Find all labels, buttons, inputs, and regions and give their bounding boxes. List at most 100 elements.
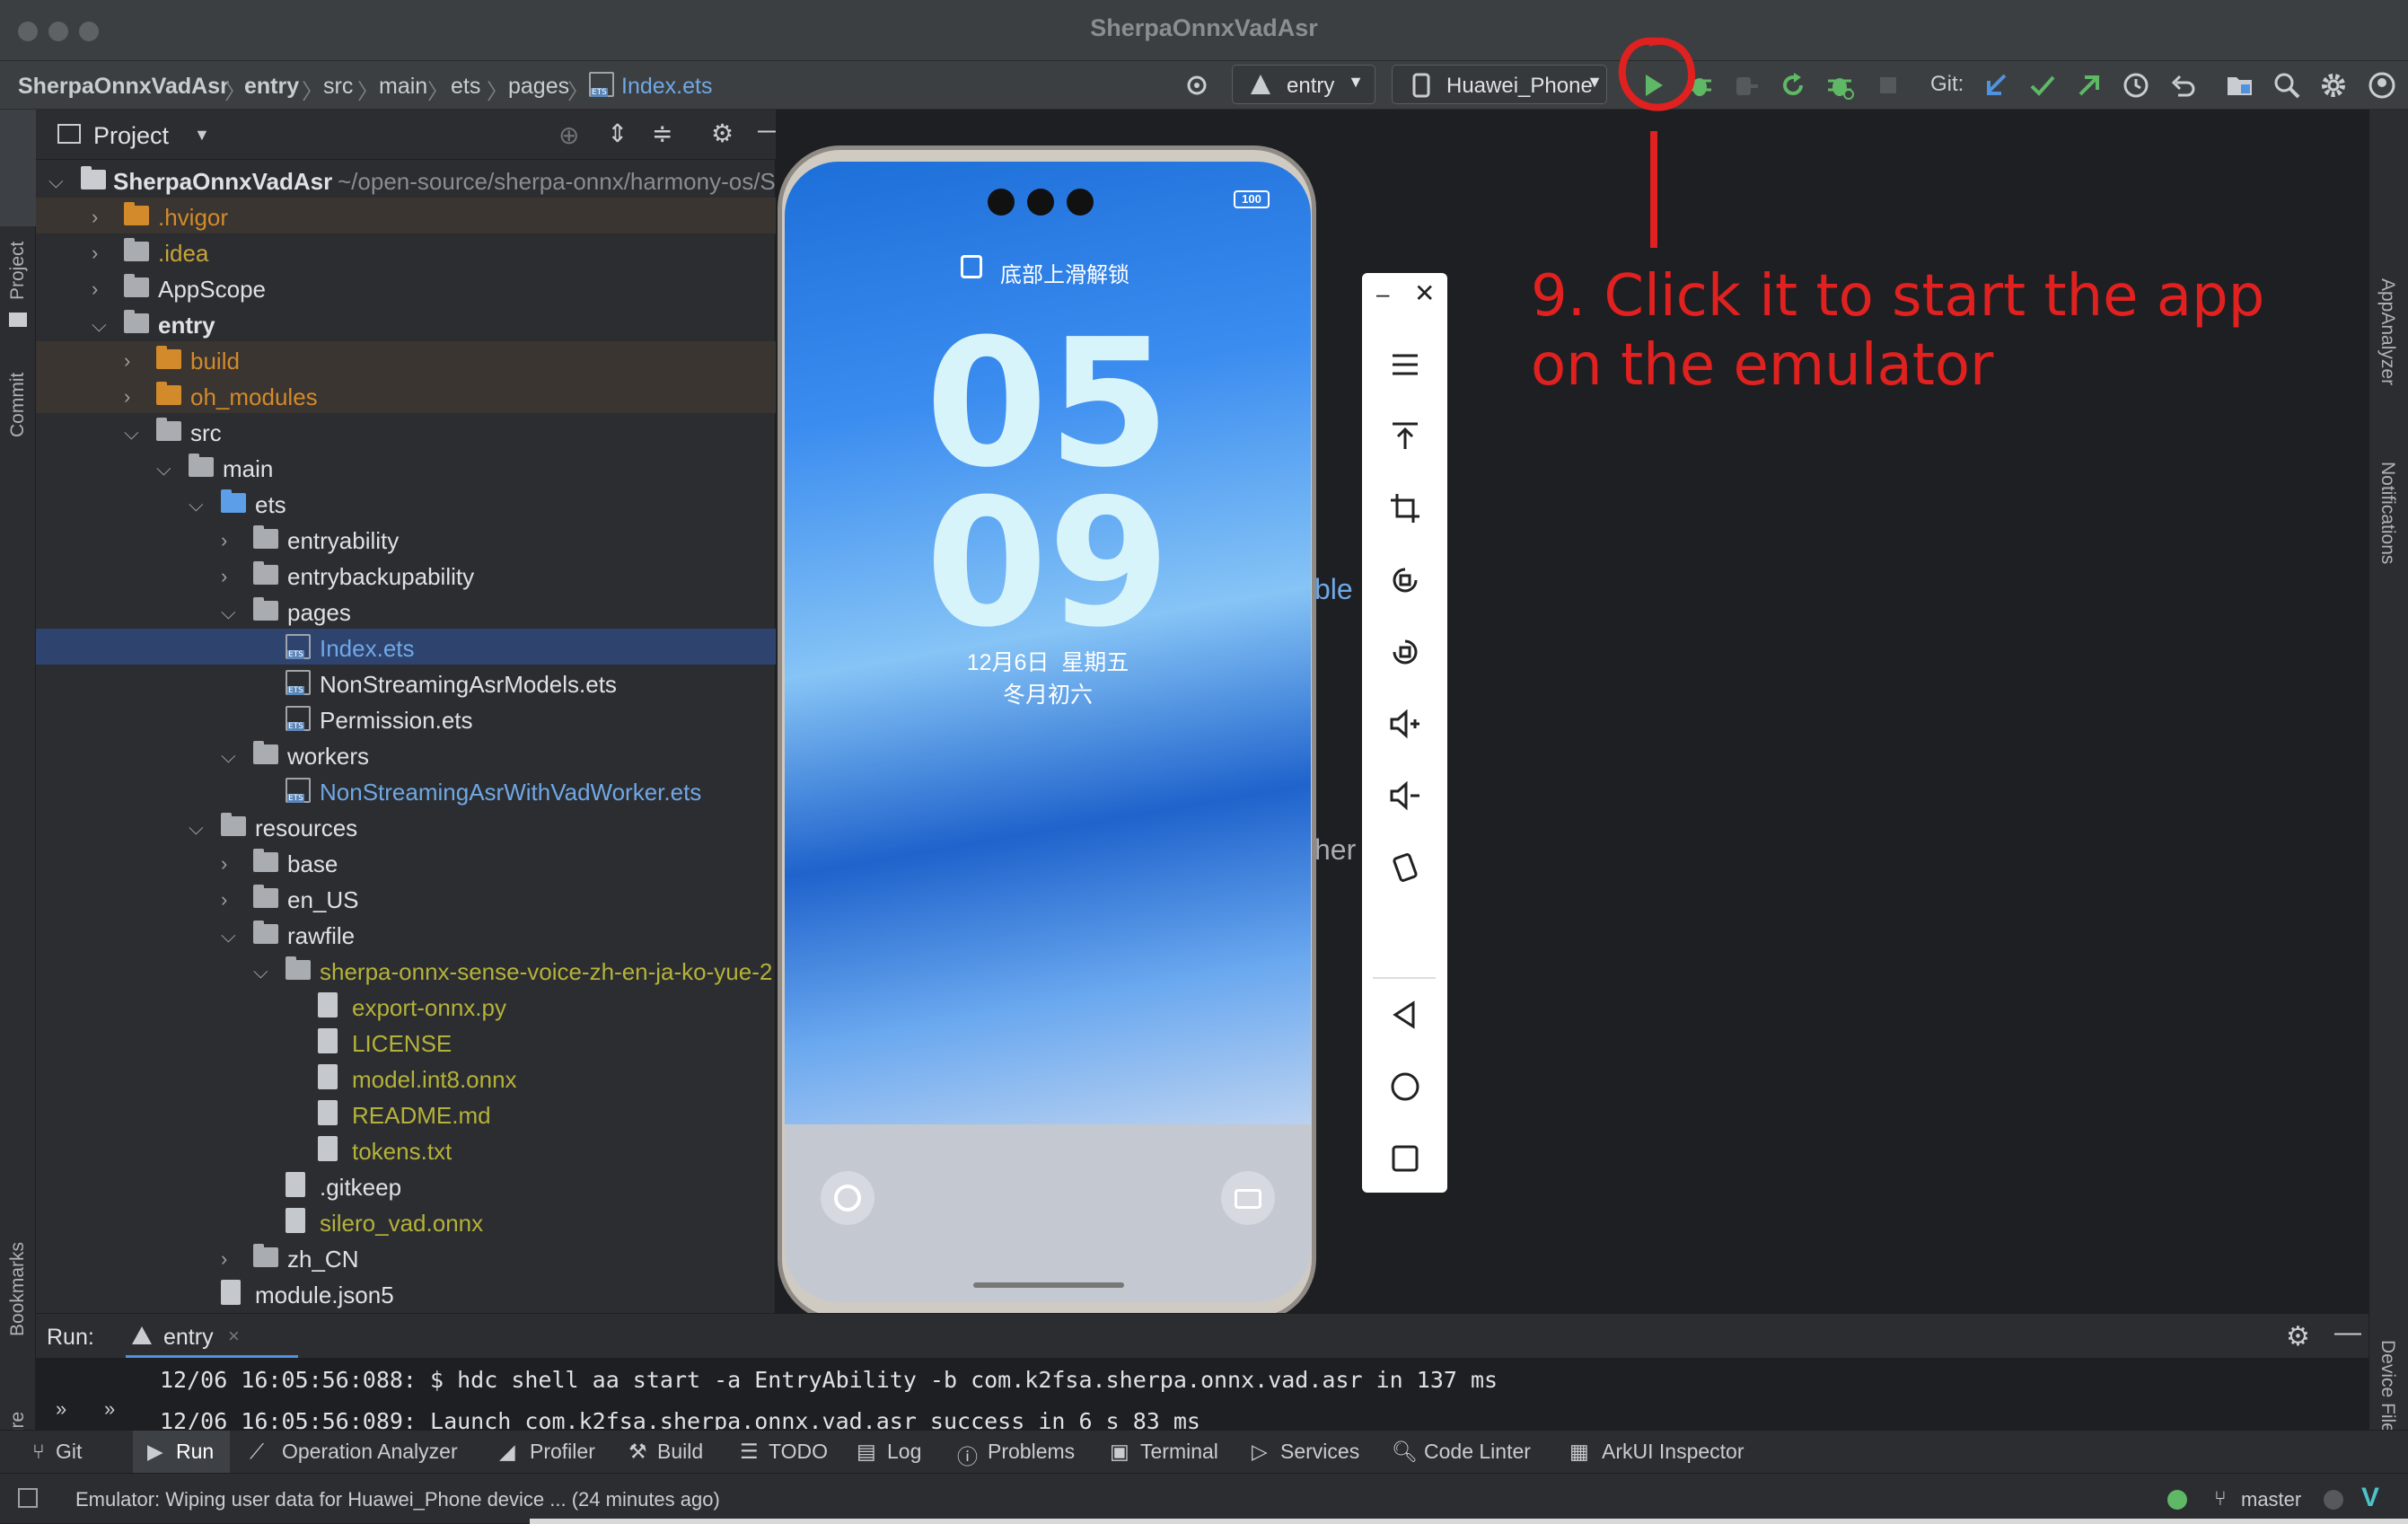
breadcrumb-main[interactable]: main bbox=[379, 74, 427, 100]
volume-up-icon[interactable] bbox=[1389, 708, 1421, 740]
tree-row[interactable]: silero_vad.onnx bbox=[36, 1203, 776, 1239]
emulator-screen[interactable]: 100 底部上滑解锁 05 09 12月6日 星期五 冬月初六 bbox=[785, 162, 1311, 1302]
git-branch[interactable]: master bbox=[2241, 1488, 2301, 1511]
lockscreen-camera-button[interactable] bbox=[1221, 1171, 1275, 1225]
device-select[interactable]: Huawei_Phone ▼ bbox=[1392, 65, 1607, 104]
lockscreen-shortcut-button[interactable] bbox=[821, 1171, 874, 1225]
tree-row[interactable]: › AppScope bbox=[36, 269, 776, 305]
locate-crosshair-icon[interactable]: ⊕ bbox=[558, 120, 579, 150]
breadcrumb-entry[interactable]: entry bbox=[244, 74, 299, 100]
chevron-down-icon[interactable]: ⌵ bbox=[124, 421, 139, 445]
tree-row[interactable]: ⌵ src bbox=[36, 413, 776, 449]
search-icon[interactable] bbox=[2272, 70, 2302, 101]
tool-notifications[interactable]: Notifications bbox=[2377, 462, 2398, 564]
tab-git[interactable]: Git bbox=[56, 1440, 82, 1464]
tree-row[interactable]: Permission.ets bbox=[36, 700, 776, 736]
connection-status-dot[interactable] bbox=[2167, 1490, 2187, 1510]
close-tab-icon[interactable]: × bbox=[228, 1325, 240, 1348]
breadcrumb-src[interactable]: src bbox=[323, 74, 353, 100]
tree-row[interactable]: ⌵ entry bbox=[36, 305, 776, 341]
tab-services[interactable]: Services bbox=[1280, 1440, 1359, 1464]
tree-row[interactable]: ⌵ rawfile bbox=[36, 916, 776, 952]
tree-row[interactable]: › entryability bbox=[36, 521, 776, 557]
chevron-down-icon[interactable]: ▼ bbox=[194, 126, 210, 145]
tool-project[interactable]: Project bbox=[7, 242, 29, 300]
chevron-down-icon[interactable]: ⌵ bbox=[253, 960, 268, 983]
settings-gear-icon[interactable] bbox=[2318, 70, 2349, 101]
tree-row[interactable]: ⌵ ets bbox=[36, 485, 776, 521]
tab-run[interactable]: Run bbox=[176, 1440, 214, 1464]
vcs-check-icon[interactable]: V bbox=[2361, 1483, 2379, 1513]
rerun-icon[interactable] bbox=[1778, 70, 1808, 101]
recents-square-icon[interactable] bbox=[1389, 1142, 1421, 1175]
tree-row[interactable]: › .idea bbox=[36, 233, 776, 269]
chevron-down-icon[interactable]: ⌵ bbox=[156, 457, 171, 480]
tool-bookmarks[interactable]: Bookmarks bbox=[7, 1242, 29, 1336]
run-settings-gear-icon[interactable]: ⚙ bbox=[2286, 1321, 2310, 1352]
chevron-right-icon[interactable]: › bbox=[221, 529, 227, 552]
stop-icon[interactable] bbox=[1873, 70, 1903, 101]
tree-row[interactable]: .gitkeep bbox=[36, 1167, 776, 1203]
expand-icon[interactable]: » bbox=[104, 1397, 115, 1421]
screenshot-crop-icon[interactable] bbox=[1389, 492, 1421, 524]
collapse-all-icon[interactable]: ≑ bbox=[652, 119, 672, 148]
chevron-right-icon[interactable]: › bbox=[92, 277, 98, 301]
chevron-down-icon[interactable]: ⌵ bbox=[221, 924, 236, 947]
tree-row[interactable]: › en_US bbox=[36, 880, 776, 916]
panel-settings-gear-icon[interactable]: ⚙ bbox=[711, 119, 734, 148]
inspection-icon[interactable] bbox=[2324, 1490, 2343, 1510]
tree-row[interactable]: module.json5 bbox=[36, 1275, 776, 1311]
volume-down-icon[interactable] bbox=[1389, 780, 1421, 812]
tab-code-linter[interactable]: Code Linter bbox=[1424, 1440, 1531, 1464]
tree-row[interactable]: › base bbox=[36, 844, 776, 880]
rotate-right-icon[interactable] bbox=[1389, 636, 1421, 668]
history-clock-icon[interactable] bbox=[2121, 70, 2151, 101]
tree-row[interactable]: › zh_CN bbox=[36, 1239, 776, 1275]
status-message[interactable]: Emulator: Wiping user data for Huawei_Ph… bbox=[75, 1488, 720, 1511]
run-tab-entry[interactable]: entry bbox=[163, 1325, 214, 1351]
run-config-select[interactable]: entry ▼ bbox=[1232, 65, 1375, 104]
profile-bug-icon[interactable] bbox=[1824, 70, 1855, 101]
target-icon[interactable] bbox=[1182, 70, 1212, 101]
pin-top-icon[interactable] bbox=[1389, 420, 1421, 453]
tool-app-analyzer[interactable]: AppAnalyzer bbox=[2377, 278, 2398, 385]
expand-icon[interactable]: » bbox=[56, 1397, 66, 1421]
project-structure-icon[interactable] bbox=[2225, 70, 2255, 101]
tab-problems[interactable]: Problems bbox=[988, 1440, 1075, 1464]
tree-row[interactable]: Index.ets bbox=[36, 629, 776, 665]
back-triangle-icon[interactable] bbox=[1389, 999, 1421, 1031]
tab-log[interactable]: Log bbox=[887, 1440, 921, 1464]
breadcrumb-file[interactable]: Index.ets bbox=[621, 74, 712, 100]
tab-profiler[interactable]: Profiler bbox=[530, 1440, 595, 1464]
tree-row[interactable]: ⌵ sherpa-onnx-sense-voice-zh-en-ja-ko-yue… bbox=[36, 952, 776, 988]
menu-icon[interactable] bbox=[1389, 348, 1421, 381]
tab-build[interactable]: Build bbox=[657, 1440, 703, 1464]
tree-row[interactable]: NonStreamingAsrWithVadWorker.ets bbox=[36, 772, 776, 808]
run-console[interactable]: » » 12/06 16:05:56:088: $ hdc shell aa s… bbox=[36, 1358, 2368, 1434]
minimize-emulator-icon[interactable]: – bbox=[1376, 280, 1389, 308]
chevron-down-icon[interactable]: ⌵ bbox=[221, 601, 236, 624]
panel-toggle-icon[interactable] bbox=[18, 1488, 38, 1508]
tree-row[interactable]: › build bbox=[36, 341, 776, 377]
tree-row[interactable]: tokens.txt bbox=[36, 1132, 776, 1167]
project-panel-title[interactable]: Project bbox=[93, 122, 169, 150]
tree-row[interactable]: ⌵ resources bbox=[36, 808, 776, 844]
chevron-right-icon[interactable]: › bbox=[124, 349, 130, 373]
chevron-right-icon[interactable]: › bbox=[221, 565, 227, 588]
chevron-down-icon[interactable]: ⌵ bbox=[189, 816, 204, 840]
tree-row[interactable]: export-onnx.py bbox=[36, 988, 776, 1024]
expand-all-icon[interactable]: ⇕ bbox=[607, 119, 628, 148]
breadcrumb-pages[interactable]: pages bbox=[508, 74, 569, 100]
tree-row[interactable]: ⌵ pages bbox=[36, 593, 776, 629]
tab-arkui-inspector[interactable]: ArkUI Inspector bbox=[1602, 1440, 1744, 1464]
chevron-down-icon[interactable]: ⌵ bbox=[189, 493, 204, 516]
breadcrumb-ets[interactable]: ets bbox=[451, 74, 480, 100]
tab-todo[interactable]: TODO bbox=[769, 1440, 828, 1464]
tree-row[interactable]: LICENSE bbox=[36, 1024, 776, 1060]
tree-row[interactable]: › entrybackupability bbox=[36, 557, 776, 593]
chevron-right-icon[interactable]: › bbox=[221, 852, 227, 876]
tree-row[interactable]: ⌵ main bbox=[36, 449, 776, 485]
chevron-right-icon[interactable]: › bbox=[221, 1247, 227, 1271]
tree-row[interactable]: NonStreamingAsrModels.ets bbox=[36, 665, 776, 700]
tool-commit[interactable]: Commit bbox=[7, 373, 29, 437]
